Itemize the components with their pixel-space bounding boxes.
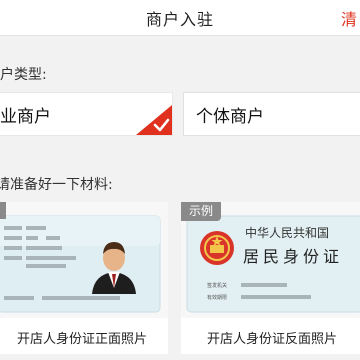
id-front-example-image <box>0 202 168 318</box>
page-title: 商户入驻 <box>145 10 214 29</box>
id-back-caption: 开店人身份证反面照片 <box>206 332 337 347</box>
selected-check-icon <box>136 105 172 135</box>
id-front-upload-card[interactable]: 开店人身份证正面照片 <box>0 202 168 354</box>
merchant-type-individual-option[interactable]: 个体商户 <box>183 92 360 136</box>
id-back-example-image: 中华人民共和国 居民身份证 签发机关 有效期限 示例 <box>181 202 360 318</box>
id-back-field-validity: 有效期限 <box>207 294 227 301</box>
example-tag-badge: 示例 <box>181 202 222 221</box>
merchant-type-label: 商户类型: <box>0 67 47 83</box>
id-back-country-text: 中华人民共和国 <box>245 225 329 240</box>
id-front-caption: 开店人身份证正面照片 <box>16 332 147 347</box>
merchant-type-enterprise-option[interactable]: 企业商户 <box>0 92 173 136</box>
id-back-field-authority: 签发机关 <box>207 282 227 289</box>
id-back-title-text: 居民身份证 <box>243 247 343 266</box>
merchant-type-individual-label: 个体商户 <box>196 107 264 127</box>
national-emblem-icon <box>200 231 234 265</box>
materials-label: 请准备好一下材料: <box>0 177 113 193</box>
id-front-illustration <box>0 215 161 313</box>
clear-button[interactable]: 清 <box>341 6 357 30</box>
nav-header: 商户入驻 清 <box>0 0 360 36</box>
id-back-upload-card[interactable]: 中华人民共和国 居民身份证 签发机关 有效期限 示例 开店人身份证反面照片 <box>181 202 360 354</box>
merchant-type-enterprise-label: 企业商户 <box>0 107 51 127</box>
example-tag-edge <box>0 202 6 219</box>
